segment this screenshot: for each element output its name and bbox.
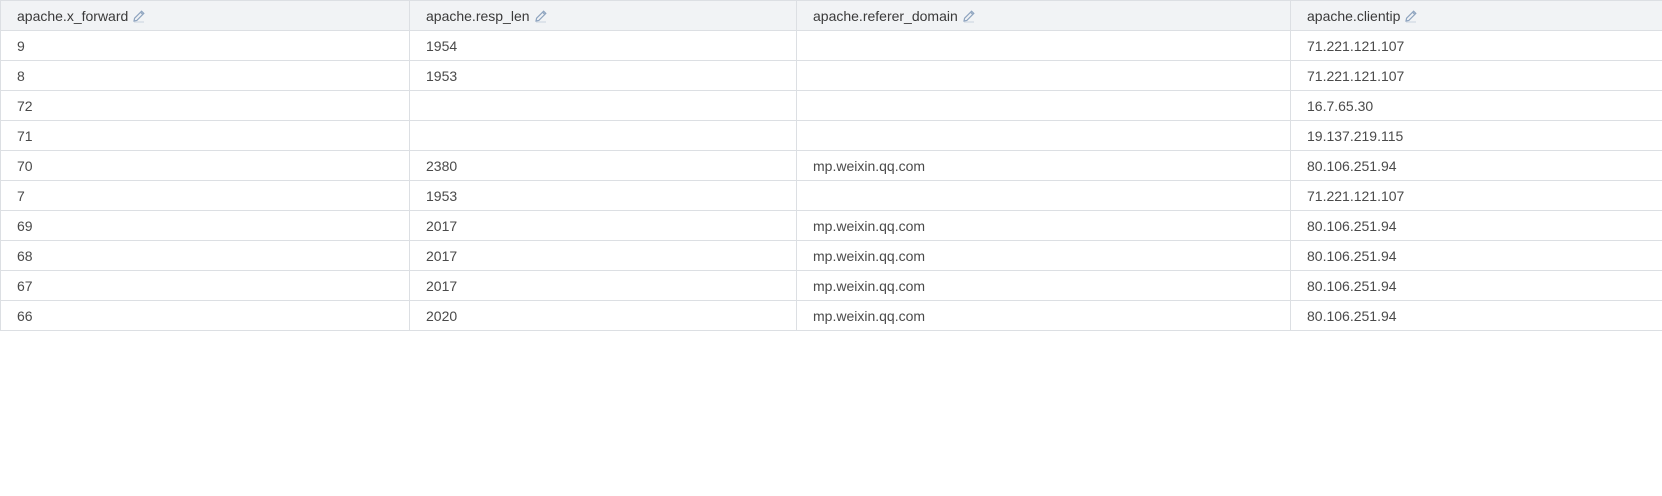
cell-clientip: 80.106.251.94 bbox=[1290, 210, 1662, 241]
results-table-container: apache.x_forward apache.resp_len apache.… bbox=[0, 0, 1662, 331]
cell-referer-domain bbox=[796, 60, 1291, 91]
table-row[interactable]: 72 16.7.65.30 bbox=[0, 90, 1662, 121]
cell-clientip: 80.106.251.94 bbox=[1290, 150, 1662, 181]
cell-clientip: 19.137.219.115 bbox=[1290, 120, 1662, 151]
pencil-icon[interactable] bbox=[132, 9, 146, 23]
table-row[interactable]: 69 2017 mp.weixin.qq.com 80.106.251.94 bbox=[0, 210, 1662, 241]
cell-clientip: 80.106.251.94 bbox=[1290, 270, 1662, 301]
table-body: 9 1954 71.221.121.107 8 1953 71.221.121.… bbox=[0, 30, 1662, 331]
cell-x-forward: 8 bbox=[0, 60, 410, 91]
table-row[interactable]: 70 2380 mp.weixin.qq.com 80.106.251.94 bbox=[0, 150, 1662, 181]
cell-clientip: 80.106.251.94 bbox=[1290, 300, 1662, 331]
cell-resp-len: 2017 bbox=[409, 210, 797, 241]
cell-clientip: 80.106.251.94 bbox=[1290, 240, 1662, 271]
pencil-icon[interactable] bbox=[962, 9, 976, 23]
cell-x-forward: 72 bbox=[0, 90, 410, 121]
table-row[interactable]: 8 1953 71.221.121.107 bbox=[0, 60, 1662, 91]
table-row[interactable]: 7 1953 71.221.121.107 bbox=[0, 180, 1662, 211]
cell-resp-len: 1953 bbox=[409, 180, 797, 211]
cell-x-forward: 69 bbox=[0, 210, 410, 241]
cell-clientip: 71.221.121.107 bbox=[1290, 30, 1662, 61]
column-header-x-forward[interactable]: apache.x_forward bbox=[0, 0, 410, 31]
cell-clientip: 71.221.121.107 bbox=[1290, 180, 1662, 211]
cell-x-forward: 9 bbox=[0, 30, 410, 61]
cell-referer-domain bbox=[796, 120, 1291, 151]
cell-referer-domain: mp.weixin.qq.com bbox=[796, 210, 1291, 241]
column-header-label: apache.clientip bbox=[1307, 7, 1401, 24]
cell-x-forward: 7 bbox=[0, 180, 410, 211]
column-header-label: apache.x_forward bbox=[17, 7, 129, 24]
cell-clientip: 71.221.121.107 bbox=[1290, 60, 1662, 91]
header-row: apache.x_forward apache.resp_len apache.… bbox=[0, 0, 1662, 31]
cell-referer-domain bbox=[796, 90, 1291, 121]
cell-x-forward: 66 bbox=[0, 300, 410, 331]
cell-resp-len: 1954 bbox=[409, 30, 797, 61]
cell-resp-len: 2020 bbox=[409, 300, 797, 331]
table-row[interactable]: 68 2017 mp.weixin.qq.com 80.106.251.94 bbox=[0, 240, 1662, 271]
results-table: apache.x_forward apache.resp_len apache.… bbox=[0, 0, 1662, 331]
cell-referer-domain bbox=[796, 30, 1291, 61]
column-header-label: apache.resp_len bbox=[426, 7, 530, 24]
table-row[interactable]: 9 1954 71.221.121.107 bbox=[0, 30, 1662, 61]
cell-resp-len: 2017 bbox=[409, 240, 797, 271]
column-header-clientip[interactable]: apache.clientip bbox=[1290, 0, 1662, 31]
cell-resp-len bbox=[409, 90, 797, 121]
pencil-icon[interactable] bbox=[534, 9, 548, 23]
cell-referer-domain: mp.weixin.qq.com bbox=[796, 240, 1291, 271]
cell-x-forward: 67 bbox=[0, 270, 410, 301]
column-header-label: apache.referer_domain bbox=[813, 7, 958, 24]
table-row[interactable]: 66 2020 mp.weixin.qq.com 80.106.251.94 bbox=[0, 300, 1662, 331]
cell-x-forward: 71 bbox=[0, 120, 410, 151]
cell-resp-len: 1953 bbox=[409, 60, 797, 91]
pencil-icon[interactable] bbox=[1404, 9, 1418, 23]
table-row[interactable]: 67 2017 mp.weixin.qq.com 80.106.251.94 bbox=[0, 270, 1662, 301]
table-header: apache.x_forward apache.resp_len apache.… bbox=[0, 0, 1662, 31]
cell-referer-domain: mp.weixin.qq.com bbox=[796, 270, 1291, 301]
cell-referer-domain bbox=[796, 180, 1291, 211]
cell-resp-len bbox=[409, 120, 797, 151]
cell-clientip: 16.7.65.30 bbox=[1290, 90, 1662, 121]
cell-referer-domain: mp.weixin.qq.com bbox=[796, 150, 1291, 181]
cell-referer-domain: mp.weixin.qq.com bbox=[796, 300, 1291, 331]
cell-resp-len: 2380 bbox=[409, 150, 797, 181]
cell-x-forward: 68 bbox=[0, 240, 410, 271]
column-header-referer-domain[interactable]: apache.referer_domain bbox=[796, 0, 1291, 31]
cell-x-forward: 70 bbox=[0, 150, 410, 181]
table-row[interactable]: 71 19.137.219.115 bbox=[0, 120, 1662, 151]
cell-resp-len: 2017 bbox=[409, 270, 797, 301]
column-header-resp-len[interactable]: apache.resp_len bbox=[409, 0, 797, 31]
